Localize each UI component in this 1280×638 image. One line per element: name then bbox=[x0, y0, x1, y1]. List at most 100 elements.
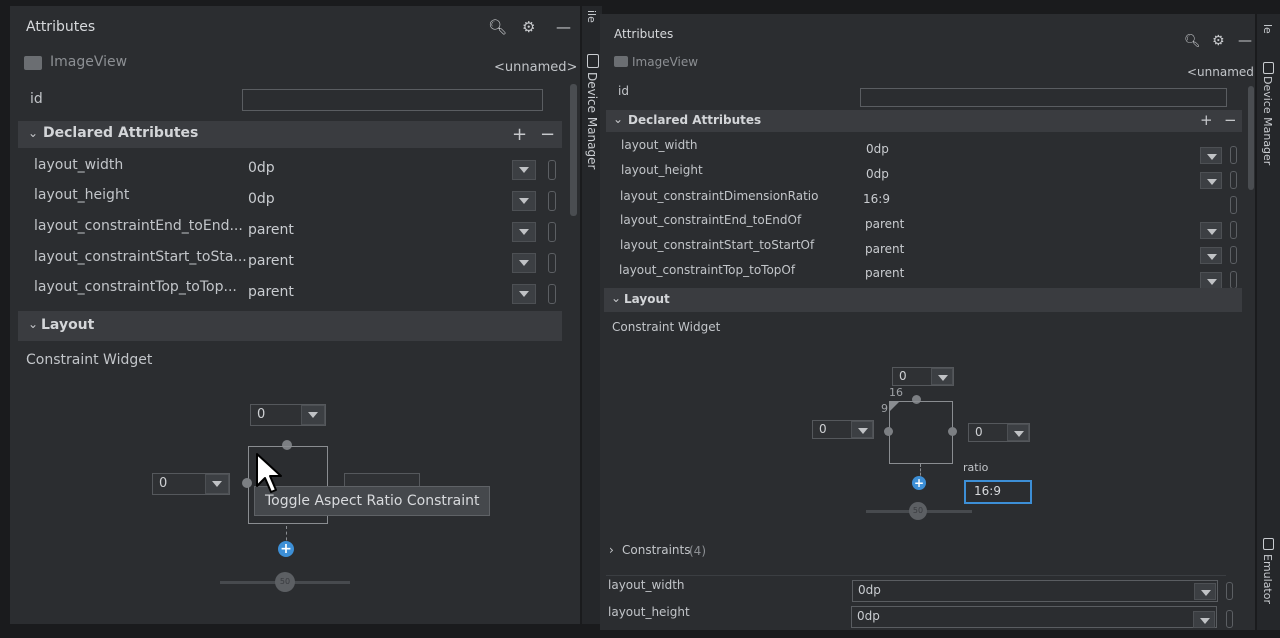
dropdown-button[interactable] bbox=[1200, 247, 1222, 264]
image-view-icon bbox=[24, 56, 42, 70]
id-input[interactable] bbox=[860, 88, 1227, 107]
layout-header[interactable]: ⌄ Layout bbox=[18, 311, 562, 341]
attr-name: layout_constraintStart_toStartOf bbox=[620, 238, 815, 252]
attr-value-field[interactable]: 0dp bbox=[851, 606, 1217, 628]
resource-picker[interactable] bbox=[1230, 171, 1237, 189]
device-manager-icon[interactable] bbox=[1263, 62, 1274, 74]
scrollbar[interactable] bbox=[1248, 86, 1254, 190]
aspect-ratio-toggle[interactable] bbox=[890, 402, 899, 411]
dropdown-button[interactable] bbox=[512, 253, 536, 273]
resource-picker[interactable] bbox=[548, 191, 556, 211]
margin-top-select[interactable]: 0 bbox=[250, 404, 326, 426]
device-manager-tab[interactable]: Device Manager bbox=[1261, 76, 1274, 165]
dropdown-button[interactable] bbox=[1200, 172, 1222, 189]
id-input[interactable] bbox=[242, 89, 543, 111]
dropdown-button[interactable] bbox=[301, 405, 325, 425]
layout-header[interactable]: ⌄ Layout bbox=[604, 288, 1242, 312]
attr-value[interactable]: 0dp bbox=[866, 167, 889, 181]
attr-name: layout_constraintTop_toTopOf bbox=[619, 263, 796, 277]
component-name: <unnamed> bbox=[1187, 65, 1255, 79]
add-constraint-icon[interactable]: + bbox=[912, 476, 926, 490]
section-title: Declared Attributes bbox=[43, 125, 199, 141]
dropdown-button[interactable] bbox=[1193, 611, 1215, 628]
resource-picker[interactable] bbox=[1230, 196, 1237, 214]
dropdown-button[interactable] bbox=[1200, 222, 1222, 239]
margin-left-select[interactable]: 0 bbox=[152, 473, 230, 495]
chevron-right-icon: › bbox=[609, 543, 614, 557]
add-constraint-icon[interactable]: + bbox=[278, 541, 294, 557]
minimize-icon[interactable]: — bbox=[1238, 33, 1252, 49]
remove-attribute-icon[interactable]: − bbox=[540, 124, 555, 145]
margin-top-select[interactable]: 0 bbox=[892, 367, 954, 386]
attr-value[interactable]: 0dp bbox=[866, 142, 889, 156]
dropdown-button[interactable] bbox=[512, 191, 536, 211]
constraint-handle-left[interactable] bbox=[884, 427, 893, 436]
resource-picker[interactable] bbox=[1230, 146, 1237, 164]
bias-slider-knob[interactable]: 50 bbox=[275, 572, 295, 592]
attr-value-field[interactable]: 0dp bbox=[852, 580, 1218, 602]
gear-icon[interactable]: ⚙ bbox=[1212, 33, 1225, 49]
attr-value[interactable]: parent bbox=[248, 222, 294, 238]
dropdown-button[interactable] bbox=[851, 421, 873, 438]
resource-picker[interactable] bbox=[1226, 582, 1233, 600]
resource-picker[interactable] bbox=[1230, 246, 1237, 264]
dropdown-button[interactable] bbox=[512, 222, 536, 242]
emulator-tab[interactable]: Emulator bbox=[1261, 554, 1274, 604]
dropdown-button[interactable] bbox=[931, 368, 953, 385]
dropdown-button[interactable] bbox=[1200, 272, 1222, 289]
emulator-icon[interactable] bbox=[1263, 538, 1274, 550]
side-tab-cut[interactable]: ile bbox=[585, 10, 598, 23]
scrollbar[interactable] bbox=[570, 84, 577, 216]
margin-left-select[interactable]: 0 bbox=[812, 420, 874, 439]
attr-name: layout_width bbox=[621, 138, 698, 152]
search-icon[interactable]: 🔍︎ bbox=[488, 18, 507, 36]
dropdown-button[interactable] bbox=[1200, 147, 1222, 164]
attr-value[interactable]: parent bbox=[865, 266, 904, 280]
resource-picker[interactable] bbox=[1226, 610, 1233, 628]
constraint-handle-left[interactable] bbox=[242, 478, 252, 488]
resource-picker[interactable] bbox=[1230, 221, 1237, 239]
attr-name: layout_width bbox=[34, 157, 124, 173]
dropdown-button[interactable] bbox=[512, 284, 536, 304]
search-icon[interactable]: 🔍︎ bbox=[1184, 34, 1201, 49]
margin-right-select[interactable]: 0 bbox=[968, 423, 1030, 442]
add-attribute-icon[interactable]: + bbox=[512, 124, 527, 145]
side-tab-cut[interactable]: le bbox=[1261, 24, 1274, 34]
attr-value[interactable]: parent bbox=[865, 242, 904, 256]
device-manager-tab[interactable]: Device Manager bbox=[585, 72, 599, 169]
device-manager-icon[interactable] bbox=[587, 54, 599, 68]
mouse-cursor-icon bbox=[256, 453, 282, 493]
resource-picker[interactable] bbox=[548, 222, 556, 242]
panel-title: Attributes bbox=[614, 27, 674, 41]
dropdown-button[interactable] bbox=[205, 474, 229, 494]
attr-value[interactable]: parent bbox=[248, 284, 294, 300]
panel-title: Attributes bbox=[26, 19, 96, 35]
dropdown-button[interactable] bbox=[1007, 424, 1029, 441]
constraint-widget-label: Constraint Widget bbox=[612, 320, 721, 334]
constraint-handle-right[interactable] bbox=[948, 427, 957, 436]
attr-value[interactable]: 16:9 bbox=[863, 192, 890, 206]
ratio-input[interactable]: 16:9 bbox=[964, 480, 1032, 504]
attr-value[interactable]: 0dp bbox=[248, 160, 275, 176]
attr-value[interactable]: parent bbox=[865, 217, 904, 231]
attr-value[interactable]: 0dp bbox=[248, 191, 275, 207]
resource-picker[interactable] bbox=[548, 253, 556, 273]
margin-value: 0 bbox=[257, 407, 266, 422]
resource-picker[interactable] bbox=[548, 160, 556, 180]
attributes-panel-right: Attributes 🔍︎ ⚙ — ImageView <unnamed> id… bbox=[600, 14, 1255, 630]
declared-attributes-header[interactable]: ⌄ Declared Attributes + − bbox=[606, 110, 1242, 132]
minimize-icon[interactable]: — bbox=[556, 18, 571, 36]
ratio-height-label: 9 bbox=[881, 402, 888, 415]
gear-icon[interactable]: ⚙ bbox=[522, 18, 535, 36]
remove-attribute-icon[interactable]: − bbox=[1224, 111, 1237, 129]
resource-picker[interactable] bbox=[1230, 271, 1237, 289]
resource-picker[interactable] bbox=[548, 284, 556, 304]
dropdown-button[interactable] bbox=[512, 160, 536, 180]
attr-name: layout_height bbox=[34, 187, 130, 203]
add-attribute-icon[interactable]: + bbox=[1200, 111, 1213, 129]
attributes-panel-left: Attributes 🔍︎ ⚙ — ImageView <unnamed> id… bbox=[10, 6, 580, 624]
attr-value[interactable]: parent bbox=[248, 253, 294, 269]
dropdown-button[interactable] bbox=[1194, 583, 1216, 600]
bias-slider-knob[interactable]: 50 bbox=[909, 502, 927, 520]
declared-attributes-header[interactable]: ⌄ Declared Attributes + − bbox=[18, 121, 562, 148]
